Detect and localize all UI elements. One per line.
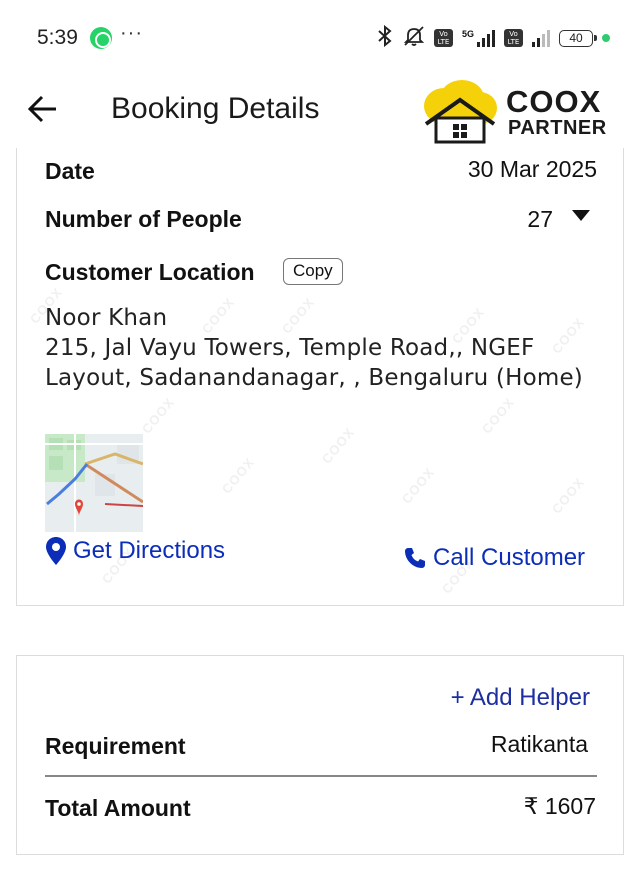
chevron-down-icon[interactable] [572, 210, 590, 222]
more-notifications-icon: ··· [120, 22, 143, 44]
divider [45, 775, 597, 777]
volte-icon: Vo LTE [433, 29, 453, 47]
get-directions-label: Get Directions [73, 537, 226, 564]
copy-address-button[interactable]: Copy [283, 258, 343, 285]
watermark: COOX [318, 424, 358, 467]
phone-icon [405, 548, 425, 568]
status-bar: 5:39 ··· Vo LTE 5G Vo LTE 40 [0, 0, 640, 76]
signal-icon: 5G [462, 29, 495, 47]
logo-subtitle: PARTNER [508, 117, 607, 139]
requirement-label: Requirement [45, 733, 186, 759]
call-customer-label: Call Customer [433, 544, 586, 571]
whatsapp-icon [90, 27, 112, 49]
mute-icon [403, 25, 425, 51]
watermark: COOX [398, 464, 438, 507]
logo-wordmark: COOX [506, 84, 602, 119]
get-directions-link[interactable]: Get Directions [45, 536, 225, 566]
watermark: COOX [138, 394, 178, 437]
map-thumbnail[interactable] [45, 434, 143, 532]
location-pin-icon [46, 537, 66, 565]
app-bar: Booking Details COOX PARTNER [0, 76, 640, 152]
status-time: 5:39 [37, 26, 78, 49]
back-arrow-icon[interactable] [26, 92, 60, 126]
requirement-value: Ratikanta [490, 731, 588, 757]
signal-icon-2 [532, 29, 550, 47]
call-customer-link[interactable]: Call Customer [403, 544, 585, 572]
date-value: 30 Mar 2025 [467, 156, 597, 182]
watermark: COOX [548, 314, 588, 357]
watermark: COOX [478, 394, 518, 437]
total-amount-label: Total Amount [45, 795, 191, 821]
address-line-1: 215, Jal Vayu Towers, Temple Road,, NGEF [45, 335, 535, 361]
date-label: Date [45, 158, 95, 184]
watermark: COOX [218, 454, 258, 497]
people-value: 27 [527, 206, 553, 232]
address-line-2: Layout, Sadanandanagar, , Bengaluru (Hom… [45, 365, 583, 391]
battery-icon: 40 [559, 29, 597, 47]
page-title: Booking Details [111, 92, 320, 125]
customer-location-label: Customer Location [45, 259, 255, 285]
volte-icon-2: Vo LTE [504, 29, 523, 47]
total-amount-value: ₹ 1607 [523, 793, 596, 819]
customer-name: Noor Khan [45, 305, 168, 331]
watermark: COOX [278, 294, 318, 337]
coox-partner-logo: COOX PARTNER [422, 78, 622, 144]
watermark: COOX [548, 474, 588, 517]
bluetooth-icon [376, 24, 394, 51]
watermark: COOX [198, 294, 238, 337]
payment-summary-card: + Add Helper Requirement Ratikanta Total… [16, 655, 624, 855]
privacy-indicator-dot [602, 34, 610, 42]
add-helper-button[interactable]: + Add Helper [451, 684, 590, 712]
status-icons: Vo LTE 5G Vo LTE 40 [376, 24, 610, 51]
people-label: Number of People [45, 206, 242, 232]
chef-house-logo-icon [424, 80, 497, 144]
booking-info-card: COOX COOX COOX COOX COOX COOX COOX COOX … [16, 148, 624, 606]
